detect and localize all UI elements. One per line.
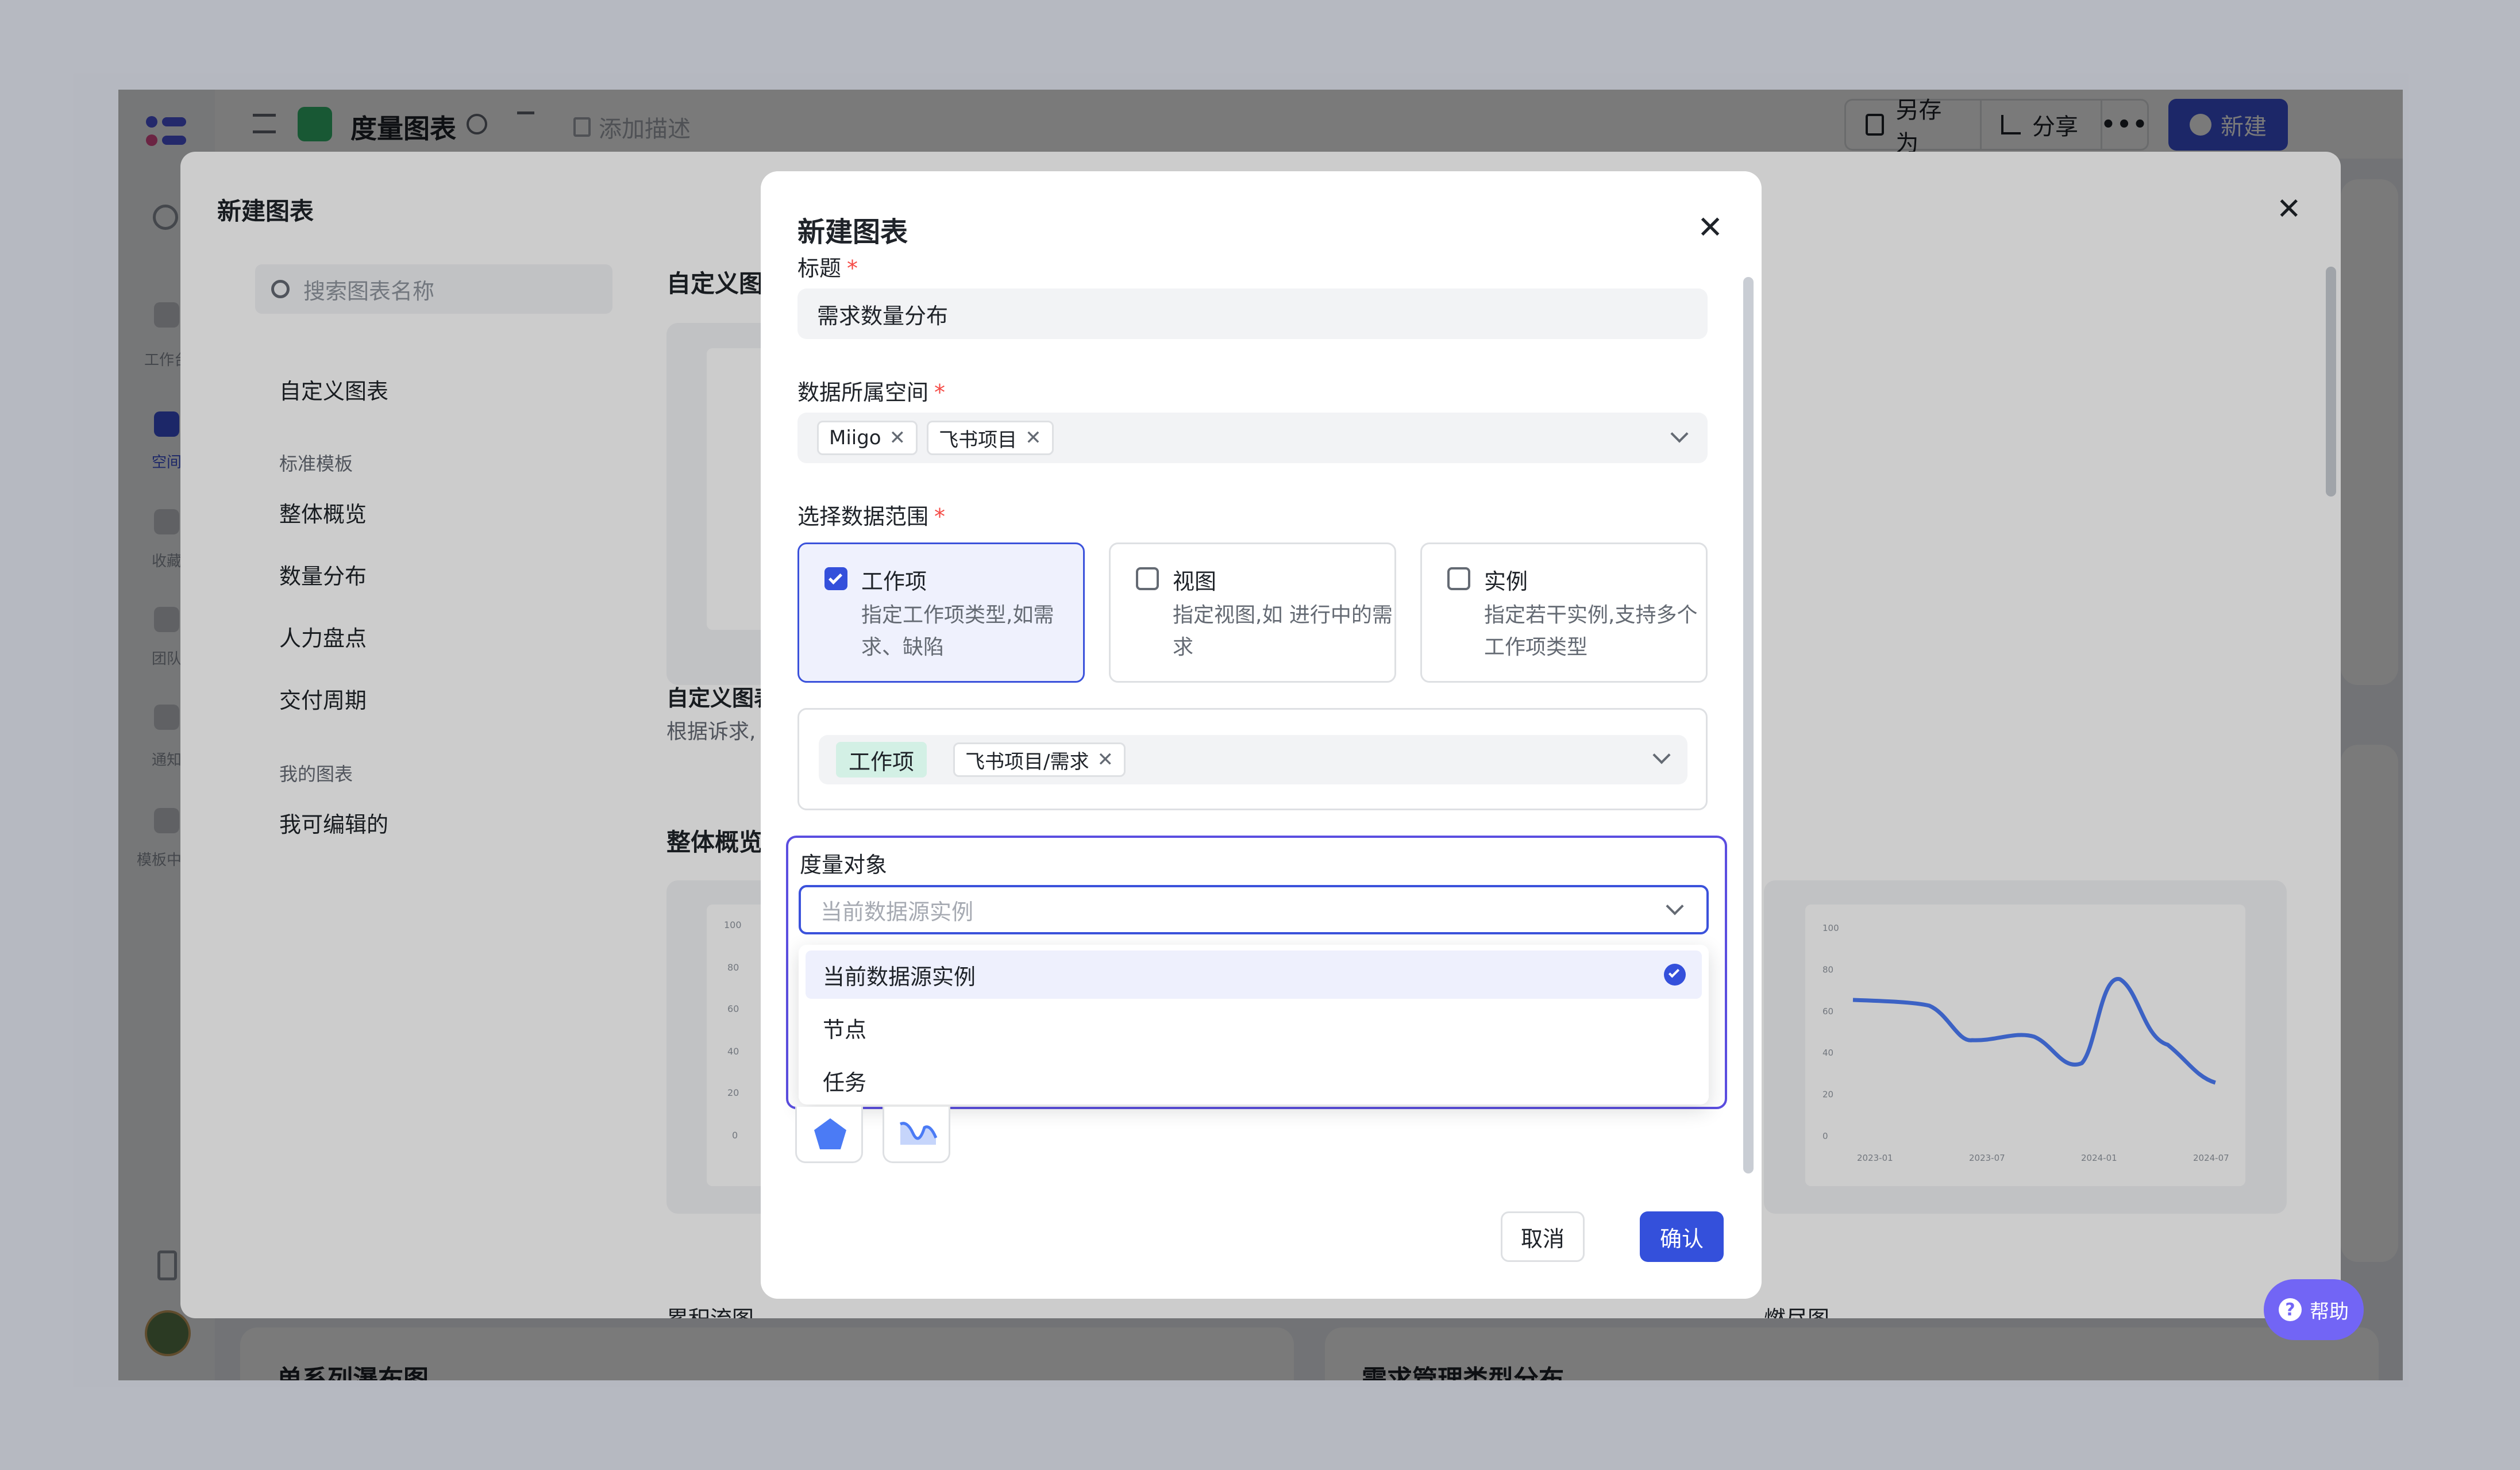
- space-tag: Miigo ✕: [817, 421, 918, 455]
- range-option-workitem[interactable]: 工作项 指定工作项类型,如需求、缺陷: [797, 542, 1085, 683]
- range-label: 选择数据范围 *: [797, 499, 945, 530]
- question-icon: ?: [2279, 1298, 2302, 1321]
- chevron-down-icon: [1670, 425, 1689, 443]
- range-option-name: 实例: [1484, 569, 1528, 594]
- required-mark: *: [847, 256, 858, 281]
- space-select[interactable]: Miigo ✕ 飞书项目 ✕: [797, 413, 1708, 463]
- tag-remove-icon[interactable]: ✕: [1097, 748, 1113, 771]
- help-button[interactable]: ? 帮助: [2264, 1279, 2364, 1340]
- measure-select-value: 当前数据源实例: [820, 899, 974, 925]
- help-label: 帮助: [2310, 1300, 2349, 1323]
- dropdown-option[interactable]: 节点: [806, 1003, 1702, 1052]
- check-circle-icon: [1664, 964, 1686, 986]
- space-tag-label: 飞书项目: [939, 428, 1018, 452]
- measure-label: 度量对象: [800, 852, 888, 878]
- range-option-desc: 指定工作项类型,如需求、缺陷: [861, 603, 1054, 659]
- range-option-name: 工作项: [861, 569, 927, 594]
- space-tag-label: Miigo: [829, 426, 881, 449]
- chart-type-radar-option[interactable]: [795, 1107, 863, 1163]
- dropdown-option[interactable]: 当前数据源实例: [806, 951, 1702, 999]
- workitem-tag-label: 飞书项目/需求: [965, 750, 1089, 774]
- dropdown-option[interactable]: 任务: [806, 1056, 1702, 1105]
- area-chart-icon: [899, 1122, 938, 1145]
- chevron-down-icon: [1652, 746, 1671, 764]
- check-icon: [828, 570, 843, 585]
- workitem-tag: 飞书项目/需求 ✕: [953, 742, 1126, 777]
- cancel-button[interactable]: 取消: [1501, 1211, 1585, 1262]
- new-chart-modal: 新建图表 ✕ 标题 * 需求数量分布 数据所属空间 * Miigo ✕ 飞书项目 ✕…: [761, 171, 1762, 1299]
- space-tag: 飞书项目 ✕: [927, 421, 1054, 455]
- required-mark: *: [934, 504, 946, 529]
- checkbox-checked[interactable]: [824, 567, 847, 590]
- measure-select[interactable]: 当前数据源实例: [799, 885, 1709, 934]
- form-title: 新建图表: [797, 216, 908, 248]
- form-scrollbar[interactable]: [1743, 277, 1754, 1173]
- workitem-type-select[interactable]: 工作项 飞书项目/需求 ✕: [819, 735, 1687, 784]
- title-label: 标题 *: [797, 251, 858, 282]
- measure-dropdown: 当前数据源实例 节点 任务: [799, 945, 1709, 1105]
- confirm-button[interactable]: 确认: [1640, 1211, 1724, 1262]
- tag-remove-icon[interactable]: ✕: [1025, 426, 1042, 449]
- required-mark: *: [934, 380, 946, 405]
- pentagon-icon: [814, 1118, 846, 1149]
- title-input[interactable]: 需求数量分布: [797, 288, 1708, 339]
- checkbox-unchecked[interactable]: [1136, 567, 1159, 590]
- range-option-name: 视图: [1173, 569, 1217, 594]
- measure-object-field: 度量对象 当前数据源实例 当前数据源实例 节点 任务: [786, 836, 1727, 1109]
- space-label: 数据所属空间 *: [797, 375, 945, 406]
- dropdown-option-label: 当前数据源实例: [823, 964, 976, 990]
- range-label-text: 选择数据范围: [797, 504, 929, 529]
- range-option-instance[interactable]: 实例 指定若干实例,支持多个工作项类型: [1420, 542, 1708, 683]
- workitem-chip: 工作项: [836, 742, 927, 778]
- title-label-text: 标题: [797, 256, 842, 281]
- workitem-filter-box: 工作项 飞书项目/需求 ✕: [797, 708, 1708, 810]
- space-label-text: 数据所属空间: [797, 380, 929, 405]
- chart-type-area-option[interactable]: [883, 1107, 950, 1163]
- tag-remove-icon[interactable]: ✕: [889, 426, 906, 449]
- range-option-view[interactable]: 视图 指定视图,如 进行中的需求: [1109, 542, 1396, 683]
- form-close-icon[interactable]: ✕: [1697, 209, 1723, 245]
- range-option-desc: 指定视图,如 进行中的需求: [1173, 603, 1393, 659]
- checkbox-unchecked[interactable]: [1447, 567, 1470, 590]
- range-option-desc: 指定若干实例,支持多个工作项类型: [1484, 603, 1698, 659]
- chevron-down-icon: [1666, 897, 1684, 915]
